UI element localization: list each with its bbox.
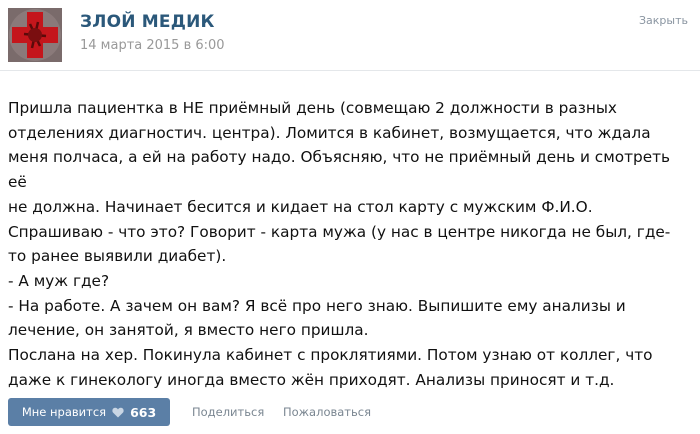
post-author[interactable]: ЗЛОЙ МЕДИК (80, 12, 215, 32)
like-label: Мне нравится (21, 405, 107, 419)
like-button[interactable]: Мне нравится 663 (8, 398, 170, 426)
avatar[interactable] (8, 8, 62, 62)
post-card: ЗЛОЙ МЕДИК 14 марта 2015 в 6:00 Закрыть … (0, 0, 700, 434)
share-button[interactable]: Поделиться (192, 405, 264, 419)
close-button[interactable]: Закрыть (639, 14, 688, 27)
like-count: 663 (130, 404, 157, 420)
report-button[interactable]: Пожаловаться (283, 405, 371, 419)
red-cross-avatar-icon (8, 8, 62, 62)
heart-icon (112, 407, 124, 418)
post-date[interactable]: 14 марта 2015 в 6:00 (80, 38, 225, 53)
header-divider (0, 70, 700, 71)
post-text: Пришла пациентка в НЕ приёмный день (сов… (8, 99, 671, 389)
